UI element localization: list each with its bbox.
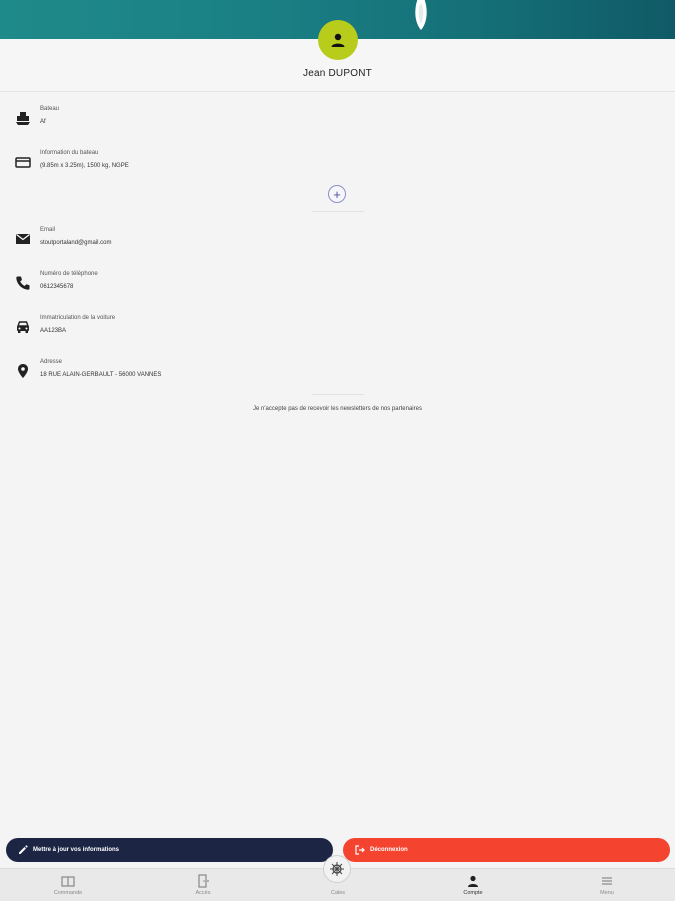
logout-icon <box>355 845 365 855</box>
address-value: 18 RUE ALAIN-GERBAULT - 56000 VANNES <box>40 372 162 378</box>
mail-icon <box>16 234 30 244</box>
logout-label: Déconnexion <box>370 847 408 853</box>
door-icon <box>198 874 209 888</box>
car-value: AA123BA <box>40 328 67 334</box>
address-row[interactable]: Adresse 18 RUE ALAIN-GERBAULT - 56000 VA… <box>0 359 675 393</box>
plus-icon: + <box>333 186 341 202</box>
card-icon <box>15 157 31 168</box>
boat-icon <box>16 112 30 125</box>
tab-commande-label: Commande <box>53 890 83 896</box>
car-row[interactable]: Immatriculation de la voiture AA123BA <box>0 315 675 349</box>
email-value: stoutportaland@gmail.com <box>40 240 112 246</box>
phone-row[interactable]: Numéro de téléphone 0612345678 <box>0 271 675 305</box>
boat-info-label: Information du bateau <box>40 150 99 156</box>
person-icon <box>468 875 478 887</box>
boat-info-value: (9.85m x 3.25m), 1500 kg, NGPE <box>40 163 129 169</box>
tab-commande[interactable]: Commande <box>28 869 108 901</box>
tab-menu-label: Menu <box>600 890 614 896</box>
newsletter-consent-text[interactable]: Je n'accepte pas de recevoir les newslet… <box>0 406 675 412</box>
tab-menu[interactable]: Menu <box>567 869 647 901</box>
email-row[interactable]: Email stoutportaland@gmail.com <box>0 227 675 261</box>
boat-info-row[interactable]: Information du bateau (9.85m x 3.25m), 1… <box>0 150 675 184</box>
address-label: Adresse <box>40 359 63 365</box>
boat-image <box>415 0 427 30</box>
tab-acces[interactable]: Accès <box>163 869 243 901</box>
update-info-button[interactable]: Mettre à jour vos informations <box>6 838 333 862</box>
email-label: Email <box>40 227 56 233</box>
car-icon <box>16 321 30 333</box>
tab-cales-label: Cales <box>330 890 346 896</box>
pencil-icon <box>19 845 28 854</box>
section-divider <box>312 211 364 212</box>
update-info-label: Mettre à jour vos informations <box>33 847 120 853</box>
car-label: Immatriculation de la voiture <box>40 315 116 321</box>
person-icon <box>331 33 345 47</box>
avatar[interactable] <box>318 20 358 60</box>
add-boat-button[interactable]: + <box>328 185 346 203</box>
tab-acces-label: Accès <box>195 890 211 896</box>
location-pin-icon <box>18 364 28 378</box>
tab-compte[interactable]: Compte <box>433 869 513 901</box>
user-name: Jean DUPONT <box>303 68 372 79</box>
phone-label: Numéro de téléphone <box>40 271 98 277</box>
cales-center-button[interactable] <box>323 855 351 883</box>
book-icon <box>61 876 75 887</box>
phone-icon <box>16 276 30 290</box>
logout-button[interactable]: Déconnexion <box>343 838 670 862</box>
tab-compte-label: Compte <box>463 890 483 896</box>
boat-label: Bateau <box>40 106 60 112</box>
boat-row[interactable]: Bateau Af <box>0 106 675 140</box>
menu-icon <box>602 877 612 885</box>
boat-value: Af <box>40 119 46 125</box>
helm-icon <box>330 862 344 876</box>
section-divider <box>312 394 364 395</box>
phone-value: 0612345678 <box>40 284 74 290</box>
